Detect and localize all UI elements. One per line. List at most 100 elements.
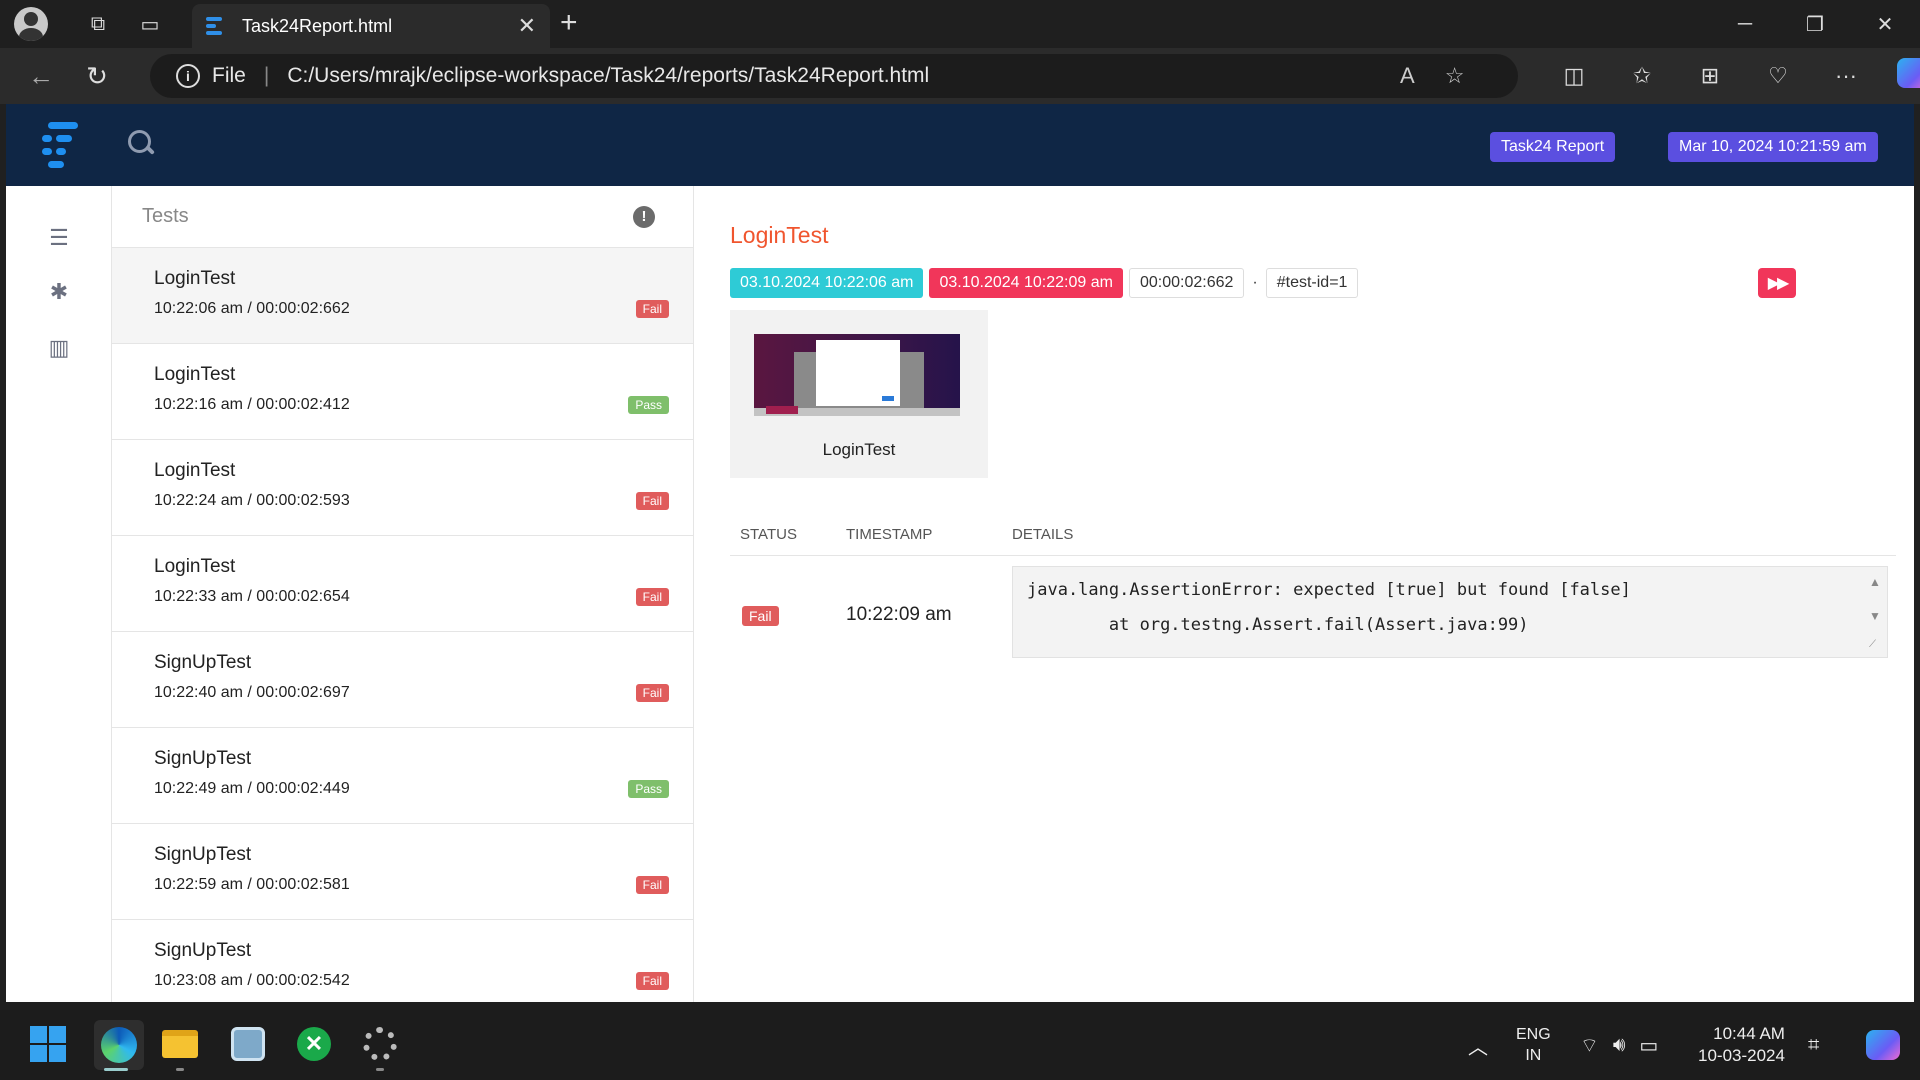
window-controls: ─ ❐ ✕ [1710,0,1920,48]
copilot-icon[interactable] [1880,58,1920,94]
resize-handle-icon[interactable]: ⟋ [1869,639,1876,650]
chevron-up-icon[interactable]: ︿ [1468,1031,1488,1060]
end-time-chip: 03.10.2024 10:22:09 am [929,268,1123,298]
chip-separator: · [1252,274,1258,291]
test-list-item[interactable]: SignUpTest 10:22:40 am / 00:00:02:697 Fail [112,632,693,728]
folder-icon [162,1030,198,1058]
tests-title: Tests [142,205,189,227]
test-list-item[interactable]: SignUpTest 10:23:08 am / 00:00:02:542 Fail [112,920,693,1002]
show-hidden-icons[interactable]: ︿ [1468,1010,1488,1080]
test-item-time: 10:22:33 am / 00:00:02:654 [154,588,350,605]
stacktrace-scrollbar[interactable]: ▲ ▼ ⟋ [1867,573,1885,657]
status-badge: Fail [635,492,669,510]
wifi-icon: ⌔ [1580,1034,1599,1057]
timestamp-column-header: TIMESTAMP [846,526,933,543]
notifications-icon[interactable]: ⌗ [1808,1010,1819,1080]
profile-avatar[interactable] [14,7,48,41]
search-icon[interactable] [128,130,156,158]
clock-time: 10:44 AM [1713,1024,1785,1043]
browser-tab[interactable]: Task24Report.html ✕ [192,4,550,48]
taskbar-store[interactable] [228,1024,268,1064]
taskbar-xbox[interactable]: ✕ [294,1024,334,1064]
language-indicator[interactable]: ENG IN [1516,1010,1551,1080]
status-column-header: STATUS [740,526,797,543]
test-item-time: 10:22:24 am / 00:00:02:593 [154,492,350,509]
start-time-chip: 03.10.2024 10:22:06 am [730,268,924,298]
workspaces-icon[interactable]: ⧉ [78,4,118,44]
status-badge: Fail [635,300,669,318]
log-status-badge: Fail [742,606,779,626]
duration-chip: 00:00:02:662 [1128,268,1245,298]
test-list-item[interactable]: SignUpTest 10:22:59 am / 00:00:02:581 Fail [112,824,693,920]
test-meta-chips: 03.10.2024 10:22:06 am 03.10.2024 10:22:… [730,268,1359,298]
test-id-chip: #test-id=1 [1265,268,1359,298]
test-item-name: LoginTest [154,556,236,577]
fast-forward-button[interactable]: ▶▶ [1758,268,1796,298]
edge-icon [101,1027,137,1063]
screenshot-thumbnail[interactable] [754,334,960,416]
bug-icon[interactable]: ✱ [42,278,76,306]
dashboard-chart-icon[interactable]: ▥ [42,334,76,362]
test-list-item[interactable]: LoginTest 10:22:33 am / 00:00:02:654 Fail [112,536,693,632]
clock-date: 10-03-2024 [1698,1046,1785,1065]
system-status-icons[interactable]: ⌔ 🔊︎ ▭ [1580,1010,1658,1080]
open-app-indicator [376,1068,384,1071]
read-aloud-icon[interactable]: A [1400,63,1415,89]
screenshot-card[interactable]: LoginTest [730,310,988,478]
restore-icon[interactable]: ❐ [1780,0,1850,48]
side-nav: ☰ ✱ ▥ [6,186,112,1002]
lang-code: ENG [1516,1026,1551,1043]
favorite-star-icon[interactable]: ☆ [1445,63,1465,89]
extent-logo-icon[interactable] [42,120,82,168]
new-tab-button[interactable]: + [560,6,578,40]
windows-taskbar: ✕ ︿ ENG IN ⌔ 🔊︎ ▭ 10:44 AM 10-03-2024 ⌗ [0,1010,1920,1080]
test-item-name: LoginTest [154,364,236,385]
browser-tab-bar: ⧉ ▭ Task24Report.html ✕ + ─ ❐ ✕ [0,0,1920,48]
address-bar-row: ← ↻ i File | C:/Users/mrajk/eclipse-work… [0,48,1920,104]
tab-actions-icon[interactable]: ▭ [130,4,170,44]
refresh-icon[interactable]: ↻ [72,61,122,92]
test-list-icon[interactable]: ☰ [42,224,76,252]
close-window-icon[interactable]: ✕ [1850,0,1920,48]
test-list-item[interactable]: LoginTest 10:22:06 am / 00:00:02:662 Fail [112,248,693,344]
status-filter-icon[interactable]: ! [633,205,655,228]
url-actions: A ☆ [1400,48,1464,104]
test-item-name: SignUpTest [154,940,252,961]
taskbar-settings-app[interactable] [360,1024,400,1064]
site-info-icon[interactable]: i [176,64,200,88]
favorites-icon[interactable]: ✩ [1608,63,1676,89]
copilot-taskbar-button[interactable] [1866,1010,1900,1080]
scroll-up-icon[interactable]: ▲ [1869,575,1881,589]
test-list-item[interactable]: LoginTest 10:22:24 am / 00:00:02:593 Fail [112,440,693,536]
test-item-time: 10:23:08 am / 00:00:02:542 [154,972,350,989]
volume-icon: 🔊︎ [1612,1033,1626,1056]
url-field[interactable]: i File | C:/Users/mrajk/eclipse-workspac… [150,54,1518,98]
scroll-down-icon[interactable]: ▼ [1869,609,1881,623]
clock[interactable]: 10:44 AM 10-03-2024 [1698,1010,1785,1080]
taskbar-edge[interactable] [94,1020,144,1070]
test-list-item[interactable]: SignUpTest 10:22:49 am / 00:00:02:449 Pass [112,728,693,824]
copilot-taskbar-icon [1866,1030,1900,1060]
close-tab-icon[interactable]: ✕ [518,13,536,39]
screenshot-label: LoginTest [822,440,896,459]
collections-icon[interactable]: ⊞ [1676,63,1744,89]
region-code: IN [1525,1047,1542,1064]
url-scheme: File [212,64,246,87]
stacktrace-box[interactable]: java.lang.AssertionError: expected [true… [1012,566,1888,658]
split-screen-icon[interactable]: ◫ [1540,63,1608,89]
more-menu-icon[interactable]: ··· [1812,63,1880,89]
xbox-icon: ✕ [297,1027,331,1061]
browser-essentials-icon[interactable]: ♡ [1744,63,1812,89]
taskbar-file-explorer[interactable] [160,1024,200,1064]
test-list-item[interactable]: LoginTest 10:22:16 am / 00:00:02:412 Pass [112,344,693,440]
log-row: Fail 10:22:09 am java.lang.AssertionErro… [730,556,1896,658]
status-badge: Pass [628,780,669,798]
start-button[interactable] [28,1024,68,1064]
test-item-time: 10:22:59 am / 00:00:02:581 [154,876,350,893]
tests-list-panel: Tests ! LoginTest 10:22:06 am / 00:00:02:… [112,186,694,1002]
gear-icon [363,1027,397,1061]
minimize-icon[interactable]: ─ [1710,0,1780,48]
back-icon[interactable]: ← [16,61,66,92]
report-date-badge: Mar 10, 2024 10:21:59 am [1668,132,1878,162]
battery-icon: ▭ [1639,1034,1659,1057]
